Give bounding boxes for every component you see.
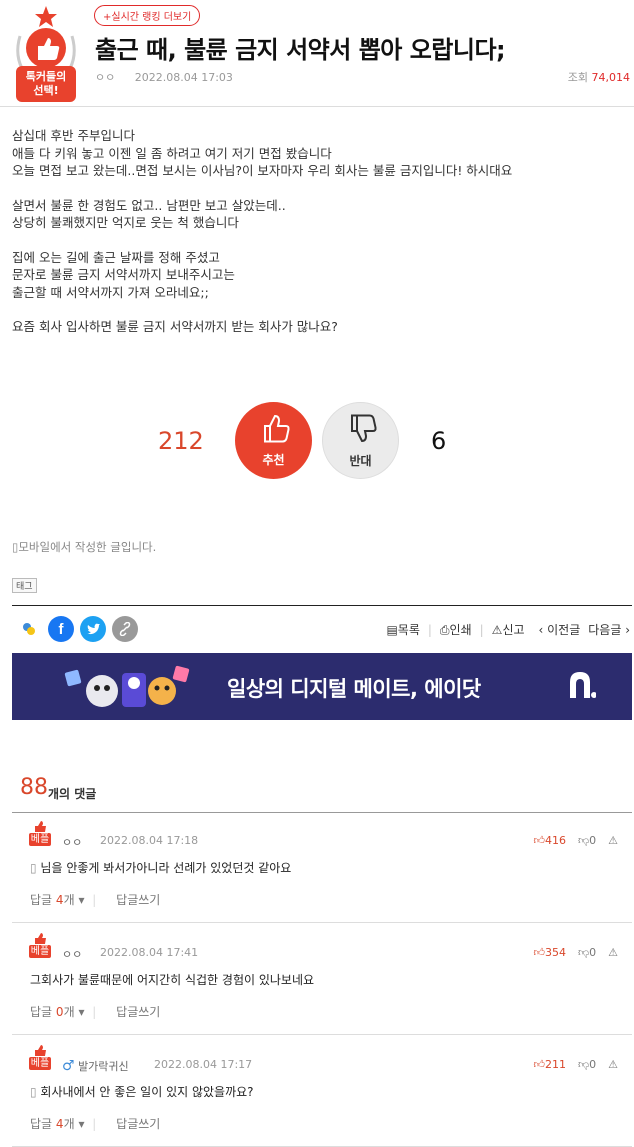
comment-report-icon[interactable]: ⚠: [608, 946, 618, 959]
prev-post-link[interactable]: ‹ 이전글: [539, 621, 581, 638]
list-icon: ▤: [386, 623, 398, 637]
chevron-down-icon: ▾: [78, 1005, 85, 1019]
view-count: 조회 74,014: [568, 69, 630, 85]
views-label: 조회: [567, 71, 588, 84]
mobile-note: ▯모바일에서 작성한 글입니다.: [12, 539, 156, 555]
comment-votes: 👍︎354 👎︎0 ⚠: [533, 946, 618, 959]
mascot-illustration: [64, 665, 190, 707]
badge-line1: 톡커들의: [25, 70, 67, 83]
post-date: 2022.08.04 17:03: [134, 71, 233, 84]
comment-report-icon[interactable]: ⚠: [608, 1058, 618, 1071]
mobile-note-text: 모바일에서 작성한 글입니다.: [18, 540, 157, 554]
share-bar: f: [16, 616, 138, 642]
downvote-count: 6: [431, 427, 447, 455]
comment-reply-bar: 답글 0개 ▾ | 답글쓰기: [30, 1005, 161, 1019]
upvote-count: 212: [158, 427, 204, 455]
print-icon: ⎙: [439, 623, 450, 637]
body-paragraph: 집에 오는 길에 출근 날짜를 정해 주셨고 문자로 불륜 금지 서약서까지 보…: [12, 249, 235, 300]
comment-author[interactable]: ♂ 발가락귀신: [62, 1058, 129, 1074]
facebook-share-icon[interactable]: f: [48, 616, 74, 642]
post-author[interactable]: ㅇㅇ: [95, 71, 115, 84]
reply-toggle[interactable]: 답글 4개 ▾: [30, 893, 84, 907]
comment-reply-bar: 답글 4개 ▾ | 답글쓰기: [30, 893, 161, 907]
mobile-icon: ▯: [30, 1085, 41, 1099]
comment-item: 베플 ㅇㅇ 2022.08.04 17:18 👍︎416 👎︎0 ⚠ ▯ 님을 …: [12, 813, 632, 923]
comment-votes: 👍︎416 👎︎0 ⚠: [533, 834, 618, 847]
write-reply-link[interactable]: 답글쓰기: [116, 1117, 160, 1131]
talkers-choice-badge: 톡커들의 선택!: [10, 6, 82, 104]
comment-author[interactable]: ㅇㅇ: [62, 834, 82, 850]
tag-label: 태그: [12, 578, 37, 593]
thumbs-up-icon: [35, 821, 46, 832]
comment-date: 2022.08.04 17:41: [100, 946, 199, 959]
print-link[interactable]: ⎙인쇄: [440, 621, 472, 638]
post-title: 출근 때, 불륜 금지 서약서 뽑아 오랍니다;: [95, 36, 506, 64]
best-comment-badge: 베플: [29, 821, 51, 847]
nav-separator: |: [427, 622, 432, 637]
banner-text: 일상의 디지털 메이트, 에이닷: [227, 677, 481, 701]
comment-upvote[interactable]: 👍︎416: [533, 834, 566, 847]
best-comment-badge: 베플: [29, 933, 51, 959]
comment-item: 베플 ㅇㅇ 2022.08.04 17:41 👍︎354 👎︎0 ⚠ 그회사가 …: [12, 925, 632, 1035]
post-meta: ㅇㅇ 2022.08.04 17:03: [95, 69, 233, 85]
thumbs-down-icon: [350, 414, 377, 443]
post-nav: ▤목록 | ⎙인쇄 | ⚠신고 ‹ 이전글 다음글 ›: [386, 621, 630, 638]
comment-date: 2022.08.04 17:17: [154, 1058, 253, 1071]
mobile-icon: ▯: [30, 861, 41, 875]
kakao-share-icon[interactable]: [16, 616, 42, 642]
badge-line2: 선택!: [33, 84, 59, 97]
realtime-ranking-link[interactable]: +실시간 랭킹 더보기: [94, 5, 201, 26]
comment-author[interactable]: ㅇㅇ: [62, 946, 82, 962]
comment-count-label: 개의 댓글: [48, 787, 97, 801]
comment-votes: 👍︎211 👎︎0 ⚠: [533, 1058, 618, 1071]
reply-toggle[interactable]: 답글 0개 ▾: [30, 1005, 84, 1019]
post-body: 삼십대 후반 주부입니다 애들 다 키워 놓고 이젠 일 좀 하려고 여기 저기…: [12, 127, 622, 353]
twitter-share-icon[interactable]: [80, 616, 106, 642]
comment-item: 베플 ♂ 발가락귀신 2022.08.04 17:17 👍︎211 👎︎0 ⚠ …: [12, 1037, 632, 1147]
chevron-down-icon: ▾: [78, 1117, 85, 1131]
ad-banner[interactable]: 일상의 디지털 메이트, 에이닷: [12, 653, 632, 720]
reply-toggle[interactable]: 답글 4개 ▾: [30, 1117, 84, 1131]
downvote-label: 반대: [349, 454, 372, 468]
views-number: 74,014: [591, 71, 631, 84]
next-post-link[interactable]: 다음글 ›: [588, 621, 630, 638]
write-reply-link[interactable]: 답글쓰기: [116, 893, 160, 907]
comment-text: ▯ 님을 안좋게 봐서가아니라 선례가 있었던것 같아요: [30, 861, 292, 875]
adot-logo-icon: [570, 672, 596, 698]
chevron-down-icon: ▾: [78, 893, 85, 907]
write-reply-link[interactable]: 답글쓰기: [116, 1005, 160, 1019]
thumbs-up-icon: [263, 414, 290, 443]
list-link[interactable]: ▤목록: [386, 621, 419, 638]
comment-date: 2022.08.04 17:18: [100, 834, 199, 847]
header-divider: [0, 106, 634, 107]
comment-report-icon[interactable]: ⚠: [608, 834, 618, 847]
comment-downvote[interactable]: 👎︎0: [578, 834, 596, 847]
male-icon: ♂: [62, 1058, 75, 1074]
downvote-button[interactable]: 반대: [322, 402, 399, 479]
upvote-button[interactable]: 추천: [235, 402, 312, 479]
content-divider: [12, 605, 632, 606]
comment-count: 88: [20, 775, 48, 800]
body-paragraph: 요즘 회사 입사하면 불륜 금지 서약서까지 받는 회사가 많나요?: [12, 319, 338, 334]
comment-upvote[interactable]: 👍︎354: [533, 946, 566, 959]
report-icon: ⚠: [491, 623, 503, 637]
thumbs-up-icon: [35, 933, 46, 944]
body-paragraph: 살면서 불륜 한 경험도 없고.. 남편만 보고 살았는데.. 상당히 불쾌했지…: [12, 197, 286, 231]
comment-downvote[interactable]: 👎︎0: [578, 946, 596, 959]
comment-text: 그회사가 불륜때문에 어지간히 식겁한 경험이 있나보네요: [30, 973, 315, 987]
comment-upvote[interactable]: 👍︎211: [533, 1058, 566, 1071]
best-comment-badge: 베플: [29, 1045, 51, 1071]
body-paragraph: 삼십대 후반 주부입니다 애들 다 키워 놓고 이젠 일 좀 하려고 여기 저기…: [12, 128, 513, 178]
comment-text: ▯ 회사내에서 안 좋은 일이 있지 않았을까요?: [30, 1085, 254, 1099]
thumbs-up-icon: [35, 1045, 46, 1056]
link-copy-icon[interactable]: [112, 616, 138, 642]
upvote-label: 추천: [262, 453, 285, 467]
report-link[interactable]: ⚠신고: [492, 621, 525, 638]
comment-downvote[interactable]: 👎︎0: [578, 1058, 596, 1071]
nav-separator: |: [479, 622, 484, 637]
comment-reply-bar: 답글 4개 ▾ | 답글쓰기: [30, 1117, 161, 1131]
